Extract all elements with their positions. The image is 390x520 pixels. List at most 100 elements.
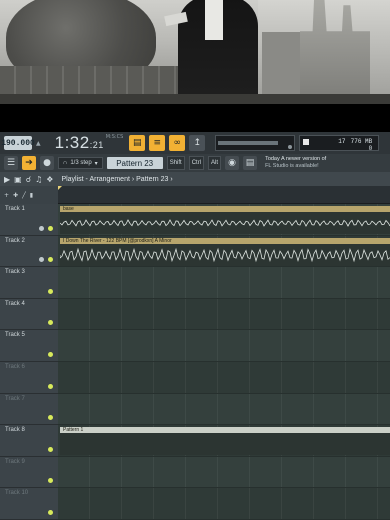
waveform-path	[60, 219, 390, 227]
track-lane[interactable]	[58, 393, 390, 426]
track-lane[interactable]: Pattern 1	[58, 425, 390, 457]
song-time-display[interactable]: 1:32:21	[55, 133, 104, 153]
transport-toolbar: 190.000 ▲ 1:32:21 M:S:CS ▤ ≡ ∞ ↥ 17 776 …	[0, 132, 390, 154]
shift-key[interactable]: Shift	[166, 156, 185, 170]
snap-arrow-icon[interactable]: ➔	[22, 156, 36, 170]
track-header[interactable]: Track 4	[0, 298, 58, 331]
track-header[interactable]: Track 6	[0, 362, 58, 394]
mixer-icon[interactable]: ☰	[4, 156, 18, 170]
playhead-marker-icon[interactable]	[58, 186, 62, 190]
track-name: Track 1	[5, 206, 25, 212]
track-select-icon[interactable]	[39, 225, 44, 231]
clip-body	[60, 433, 390, 456]
track-header[interactable]: Track 7	[0, 393, 58, 426]
track-mute-led-icon[interactable]	[48, 383, 53, 389]
track-lane[interactable]: base	[58, 204, 390, 236]
time-sub: :21	[89, 140, 104, 150]
track-name: Track 7	[5, 395, 25, 402]
cpu-memory-panel: 17 776 MB 0	[299, 135, 380, 152]
speaker-icon[interactable]: ♫	[35, 175, 42, 184]
alt-key[interactable]: Alt	[208, 156, 222, 170]
loop-record-icon[interactable]: ∞	[169, 135, 186, 151]
track-row: Track 4	[0, 298, 390, 331]
tools-toolbar: ☰ ➔ ● ∩ 1/3 step ▾ Pattern 23 Shift Ctrl A…	[0, 154, 390, 172]
snap-step-label: 1/3 step	[70, 160, 92, 166]
tempo-display[interactable]: 190.000	[1, 136, 35, 150]
track-mute-led-icon[interactable]	[48, 446, 53, 452]
track-mute-led-icon[interactable]	[48, 415, 53, 421]
audio-clip[interactable]: base	[60, 206, 390, 234]
playlist-tool-strip: + ✚ ╱ ▮	[0, 186, 58, 204]
timeline-ruler[interactable]	[58, 186, 390, 204]
track-mute-led-icon[interactable]	[48, 351, 53, 357]
track-row: Track 7	[0, 393, 390, 426]
track-lane[interactable]	[58, 267, 390, 299]
tempo-arrows-icon[interactable]: ▲	[36, 140, 41, 147]
snap-step-select[interactable]: ∩ 1/3 step ▾	[58, 157, 103, 169]
track-name: Track 9	[5, 458, 25, 465]
notice-line1: Today A newer version of	[265, 156, 327, 162]
track-lane[interactable]	[58, 298, 390, 331]
playlist-breadcrumb[interactable]: Playlist - Arrangement › Pattern 23 ›	[61, 176, 172, 183]
track-select-icon[interactable]	[39, 257, 44, 263]
track-header[interactable]: Track 9	[0, 456, 58, 489]
track-lane[interactable]	[58, 330, 390, 362]
cpu-value: 17	[338, 138, 346, 145]
microphone-icon[interactable]: ●	[40, 156, 54, 170]
slice-tool-icon[interactable]: ╱	[22, 192, 26, 199]
track-header[interactable]: Track 1	[0, 204, 58, 236]
menu-arrow-icon[interactable]: ▶	[4, 175, 10, 184]
track-mute-led-icon[interactable]	[48, 257, 53, 263]
track-row: Track 5	[0, 330, 390, 362]
track-header[interactable]: Track 8	[0, 425, 58, 457]
notice-line2: FL Studio is available!	[265, 163, 319, 169]
draw-tool-icon[interactable]: ✚	[13, 192, 18, 199]
update-notice[interactable]: Today A newer version of FL Studio is ava…	[265, 156, 326, 170]
track-name: Track 2	[5, 237, 25, 244]
fullscreen-icon[interactable]: ▣	[14, 175, 22, 184]
video-ground	[0, 94, 390, 104]
playlist-header: ▶ ▣ ☌ ♫ ❖ Playlist - Arrangement › Patte…	[0, 172, 390, 186]
meter-indicator-icon	[288, 145, 293, 149]
track-lane[interactable]	[58, 456, 390, 489]
track-row: Track 10	[0, 488, 390, 520]
pattern-selector[interactable]: Pattern 23	[106, 157, 163, 169]
track-row: Track 3	[0, 267, 390, 299]
audio-clip[interactable]: I Down The River - 122 BPM [@prodkxn] A …	[60, 237, 390, 266]
track-lane[interactable]: I Down The River - 122 BPM [@prodkxn] A …	[58, 235, 390, 268]
track-name: Track 8	[5, 427, 25, 434]
bars-icon[interactable]: ▮	[30, 192, 33, 199]
track-header[interactable]: Track 2	[0, 235, 58, 268]
track-name: Track 3	[5, 269, 25, 276]
track-mute-led-icon[interactable]	[48, 225, 53, 231]
track-mute-led-icon[interactable]	[48, 478, 53, 484]
memory-value: 776 MB	[350, 138, 373, 145]
playlist-icon[interactable]: ❖	[46, 175, 53, 184]
zoom-icon[interactable]: ☌	[26, 175, 31, 184]
track-header[interactable]: Track 3	[0, 267, 58, 299]
track-mute-led-icon[interactable]	[48, 288, 53, 294]
plugin-icon[interactable]: ◉	[225, 156, 240, 170]
waveform	[60, 219, 390, 227]
track-mute-led-icon[interactable]	[48, 320, 53, 326]
track-lane[interactable]	[58, 488, 390, 520]
pattern-clip[interactable]: Pattern 1	[60, 427, 390, 456]
track-mute-led-icon[interactable]	[48, 509, 53, 515]
track-row: Track 6	[0, 362, 390, 394]
pattern-song-icon[interactable]: ▤	[129, 135, 146, 151]
time-format-tag: M:S:CS	[105, 134, 124, 140]
add-track-icon[interactable]: +	[4, 192, 9, 199]
metronome-icon[interactable]: ↥	[189, 135, 206, 151]
track-name: Track 4	[5, 300, 25, 307]
track-list: Track 1 base Track 2 I Down The River - 122…	[0, 204, 390, 520]
ctrl-key[interactable]: Ctrl	[188, 156, 205, 170]
track-name: Track 6	[5, 364, 25, 370]
track-header[interactable]: Track 5	[0, 330, 58, 362]
track-header[interactable]: Track 10	[0, 488, 58, 520]
shop-cart-icon[interactable]: ▤	[243, 156, 258, 170]
track-lane[interactable]	[58, 362, 390, 394]
time-main: 1:32	[54, 133, 90, 152]
step-edit-icon[interactable]: ≡	[149, 135, 166, 151]
track-name: Track 10	[5, 490, 29, 497]
waveform-path	[60, 247, 390, 262]
